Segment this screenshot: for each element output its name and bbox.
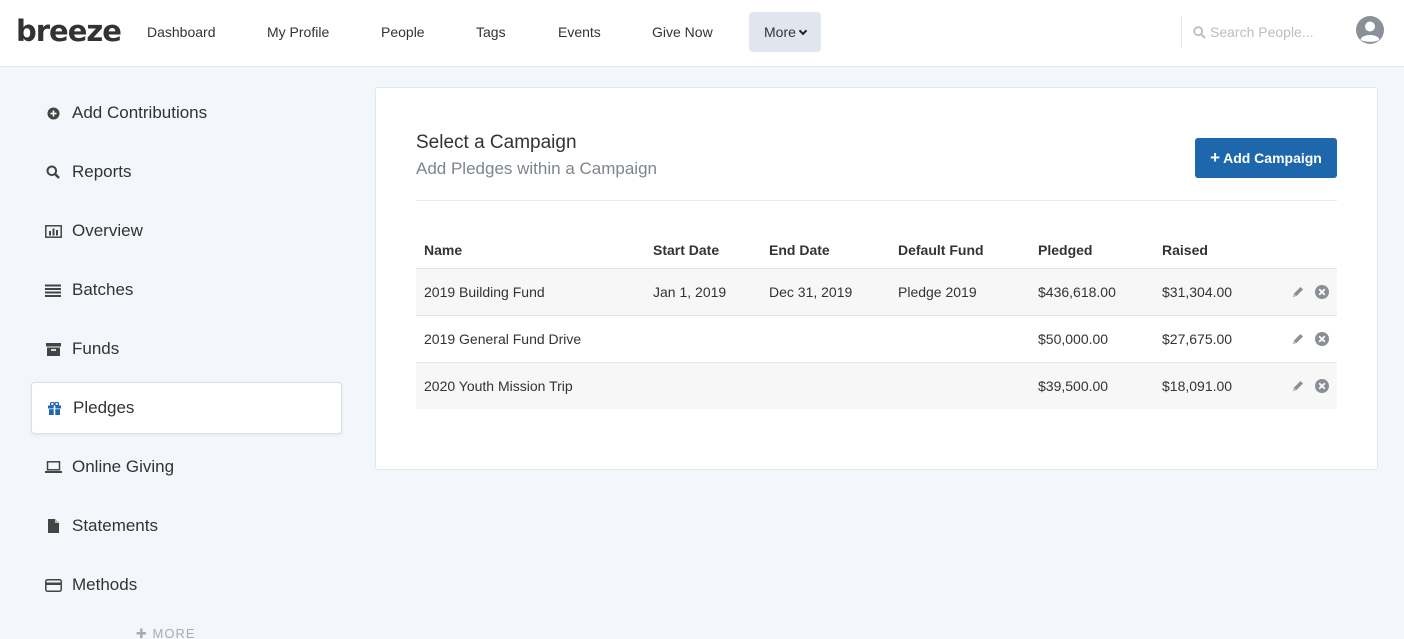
- sidebar-item-label: Funds: [72, 339, 120, 358]
- sidebar-item-label: Overview: [72, 221, 143, 240]
- table-row[interactable]: 2019 Building Fund Jan 1, 2019 Dec 31, 2…: [416, 268, 1337, 315]
- column-header-default-fund[interactable]: Default Fund: [898, 242, 984, 258]
- sidebar-item-reports[interactable]: Reports: [31, 146, 342, 198]
- pledged-amount: $50,000.00: [1038, 331, 1109, 347]
- start-date: Jan 1, 2019: [653, 284, 727, 300]
- search-icon: [1193, 25, 1206, 39]
- sidebar-more-label: MORE: [152, 626, 196, 639]
- campaign-card: Select a Campaign Add Pledges within a C…: [375, 87, 1378, 470]
- archive-icon: [43, 342, 63, 356]
- sidebar-item-online-giving[interactable]: Online Giving: [31, 441, 342, 493]
- nav-events[interactable]: Events: [543, 12, 616, 52]
- sidebar-item-pledges[interactable]: Pledges: [31, 382, 342, 434]
- divider: [416, 200, 1337, 201]
- sidebar-item-batches[interactable]: Batches: [31, 264, 342, 316]
- search-input[interactable]: [1210, 24, 1330, 40]
- table-row[interactable]: 2019 General Fund Drive $50,000.00 $27,6…: [416, 315, 1337, 362]
- nav-people[interactable]: People: [366, 12, 440, 52]
- default-fund: Pledge 2019: [898, 284, 977, 300]
- page-subtitle: Add Pledges within a Campaign: [416, 159, 657, 178]
- sidebar-item-add-contributions[interactable]: Add Contributions: [31, 87, 342, 139]
- sidebar-item-label: Batches: [72, 280, 134, 299]
- plus-circle-icon: [43, 107, 63, 120]
- raised-amount: $31,304.00: [1162, 284, 1233, 300]
- column-header-pledged[interactable]: Pledged: [1038, 242, 1092, 258]
- sidebar-item-label: Add Contributions: [72, 103, 208, 122]
- file-icon: [43, 519, 63, 533]
- pencil-icon[interactable]: [1290, 378, 1306, 394]
- remove-icon[interactable]: [1314, 378, 1330, 394]
- nav-tags[interactable]: Tags: [461, 12, 521, 52]
- campaign-name[interactable]: 2020 Youth Mission Trip: [424, 363, 573, 409]
- add-campaign-button[interactable]: + Add Campaign: [1195, 138, 1337, 178]
- add-campaign-label: Add Campaign: [1223, 150, 1322, 166]
- pencil-icon[interactable]: [1290, 284, 1306, 300]
- raised-amount: $18,091.00: [1162, 378, 1233, 394]
- top-navbar: breeze Dashboard My Profile People Tags …: [0, 0, 1404, 67]
- plus-icon: ✚: [136, 626, 153, 639]
- sidebar-item-label: Reports: [72, 162, 132, 181]
- bar-chart-icon: [43, 224, 63, 238]
- sidebar-item-methods[interactable]: Methods: [31, 559, 342, 611]
- sidebar-item-label: Pledges: [73, 398, 135, 417]
- sidebar-item-funds[interactable]: Funds: [31, 323, 342, 375]
- sidebar-item-statements[interactable]: Statements: [31, 500, 342, 552]
- column-header-raised[interactable]: Raised: [1162, 242, 1208, 258]
- nav-divider: [1181, 16, 1182, 48]
- page-title: Select a Campaign: [416, 132, 577, 153]
- user-avatar-icon[interactable]: [1355, 15, 1385, 45]
- sidebar-item-label: Statements: [72, 516, 158, 535]
- plus-icon: +: [1210, 148, 1221, 167]
- nav-dashboard[interactable]: Dashboard: [132, 12, 231, 52]
- end-date: Dec 31, 2019: [769, 284, 853, 300]
- remove-icon[interactable]: [1314, 331, 1330, 347]
- search-icon: [43, 165, 63, 179]
- gift-icon: [44, 401, 64, 415]
- credit-card-icon: [43, 578, 63, 592]
- pencil-icon[interactable]: [1290, 331, 1306, 347]
- pledged-amount: $39,500.00: [1038, 378, 1109, 394]
- breeze-logo[interactable]: breeze: [16, 14, 122, 48]
- campaign-name[interactable]: 2019 Building Fund: [424, 269, 545, 315]
- table-row[interactable]: 2020 Youth Mission Trip $39,500.00 $18,0…: [416, 362, 1337, 409]
- sidebar-more-toggle[interactable]: ✚ MORE: [136, 626, 196, 639]
- campaign-name[interactable]: 2019 General Fund Drive: [424, 316, 581, 362]
- chevron-down-icon: [798, 26, 808, 36]
- laptop-icon: [43, 461, 63, 473]
- column-header-end-date[interactable]: End Date: [769, 242, 830, 258]
- nav-my-profile[interactable]: My Profile: [252, 12, 344, 52]
- sidebar-item-label: Methods: [72, 575, 138, 594]
- list-icon: [43, 284, 63, 297]
- column-header-name[interactable]: Name: [424, 242, 462, 258]
- remove-icon[interactable]: [1314, 284, 1330, 300]
- sidebar-item-overview[interactable]: Overview: [31, 205, 342, 257]
- nav-give-now[interactable]: Give Now: [637, 12, 728, 52]
- search-box[interactable]: [1193, 20, 1343, 44]
- nav-more-dropdown[interactable]: More: [749, 12, 821, 52]
- nav-more-label: More: [764, 24, 796, 40]
- sidebar-item-label: Online Giving: [72, 457, 175, 476]
- pledged-amount: $436,618.00: [1038, 284, 1116, 300]
- column-header-start-date[interactable]: Start Date: [653, 242, 719, 258]
- raised-amount: $27,675.00: [1162, 331, 1233, 347]
